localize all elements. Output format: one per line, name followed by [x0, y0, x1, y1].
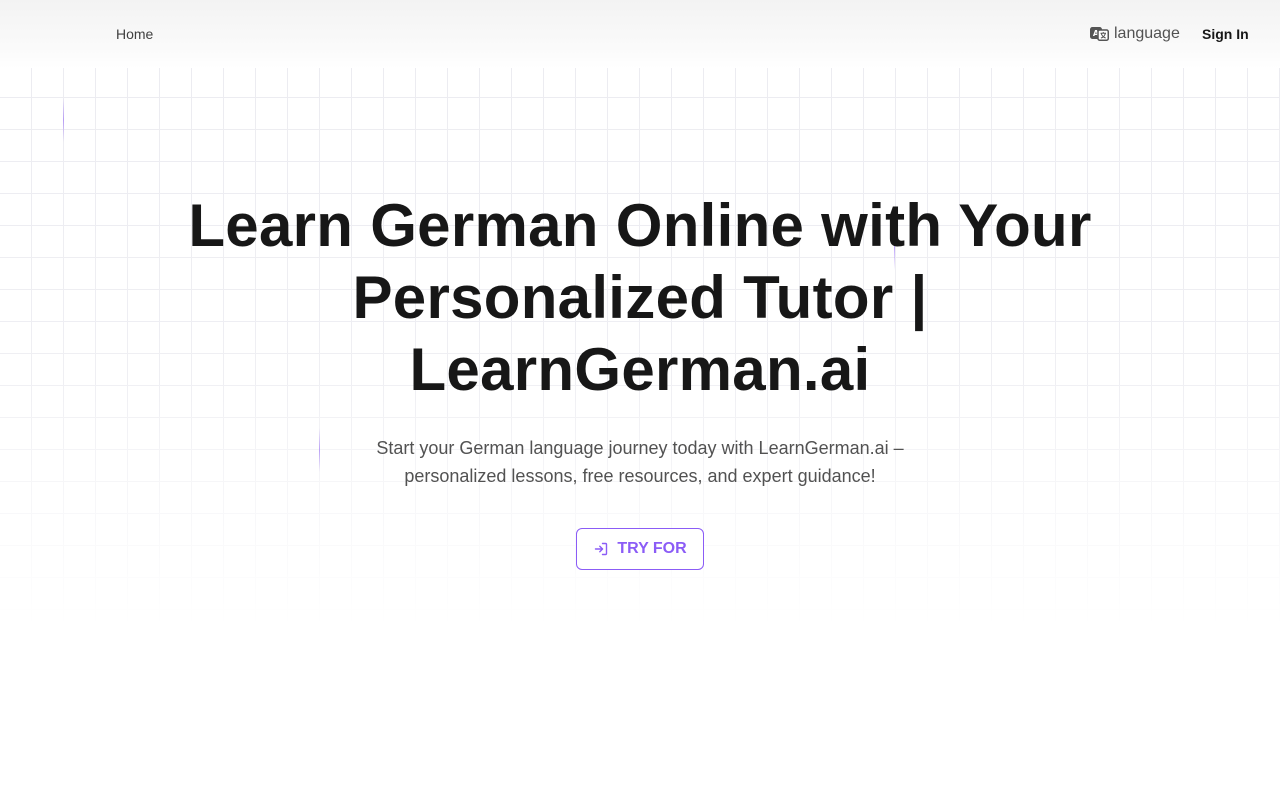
- grid-accent-line: [63, 98, 64, 142]
- translate-icon: A: [1090, 27, 1109, 41]
- hero-title: Learn German Online with Your Personaliz…: [188, 192, 1092, 403]
- nav-home-link[interactable]: Home: [116, 25, 153, 43]
- sign-in-link[interactable]: Sign In: [1202, 25, 1249, 43]
- language-label: language: [1114, 25, 1180, 42]
- hero-subtitle: Start your German language journey today…: [376, 438, 904, 486]
- try-for-label: TRY FOR: [617, 540, 687, 557]
- hero-section: Learn German Online with Your Personaliz…: [0, 190, 1280, 570]
- page: Home A language Sign In Learn German Onl…: [0, 0, 1280, 800]
- top-navbar: Home A language Sign In: [0, 0, 1280, 68]
- sign-in-icon: [593, 541, 609, 557]
- language-switcher[interactable]: A language: [1090, 23, 1180, 45]
- try-for-button[interactable]: TRY FOR: [576, 528, 704, 570]
